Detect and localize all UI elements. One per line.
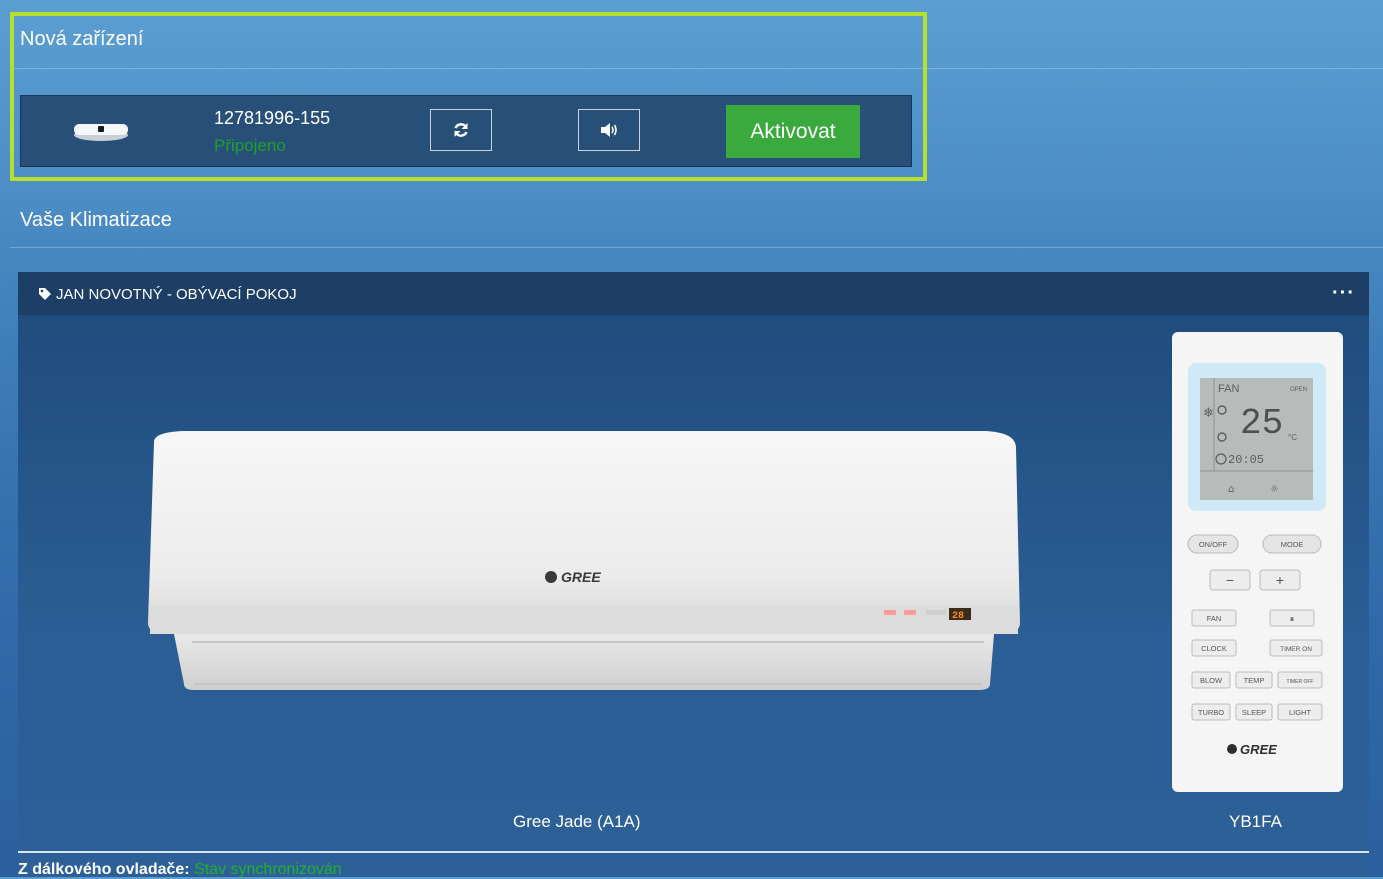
ac-card: JAN NOVOTNÝ - OBÝVACÍ POKOJ ··· 28 GREE … [18,272,1369,879]
device-status: Připojeno [214,136,286,155]
device-id: 12781996-155 [214,108,331,128]
ac-section-title: Vaše Klimatizace [20,209,172,231]
svg-text:+: + [1276,572,1284,588]
unit-temp-display: 28 [952,611,964,622]
svg-text:MODE: MODE [1281,540,1304,549]
svg-text:GREE: GREE [1240,742,1277,757]
svg-text:⌂: ⌂ [1228,484,1234,495]
svg-text:OPEN: OPEN [1290,387,1307,393]
remote-model-label: YB1FA [1229,812,1282,831]
activate-button[interactable]: Aktivovat [726,105,860,158]
ac-model-label: Gree Jade (A1A) [513,812,641,831]
svg-text:ON/OFF: ON/OFF [1199,540,1228,549]
sync-status-row: Z dálkového ovladače: Stav synchronizová… [18,861,342,879]
svg-text:TIMER OFF: TIMER OFF [1287,679,1314,685]
svg-text:GREE: GREE [561,569,601,585]
svg-text:TURBO: TURBO [1198,708,1224,717]
svg-text:BLOW: BLOW [1200,676,1223,685]
svg-text:SLEEP: SLEEP [1242,708,1266,717]
device-hub-icon [74,124,128,141]
svg-text:°C: °C [1288,433,1297,442]
divider [18,851,1369,853]
divider [10,247,1383,248]
svg-text:❄: ❄ [1203,406,1214,421]
card-title: JAN NOVOTNÝ - OBÝVACÍ POKOJ [56,286,297,303]
svg-text:TIMER ON: TIMER ON [1280,646,1312,653]
svg-text:⏸: ⏸ [1290,614,1295,624]
ac-unit-image[interactable]: 28 GREE [144,428,1022,693]
svg-text:TEMP: TEMP [1244,676,1265,685]
svg-text:−: − [1226,572,1234,588]
svg-text:20:05: 20:05 [1228,453,1264,467]
svg-text:LIGHT: LIGHT [1289,708,1312,717]
speaker-icon [601,123,617,137]
refresh-button[interactable] [430,109,492,151]
card-header: JAN NOVOTNÝ - OBÝVACÍ POKOJ ··· [18,272,1369,315]
refresh-icon [454,123,468,137]
svg-text:25: 25 [1240,403,1283,444]
svg-text:FAN: FAN [1207,614,1222,623]
sync-label: Z dálkového ovladače: [18,861,190,878]
remote-control-image[interactable]: FAN OPEN ❄ 25 °C 20:05 ⌂ ☼ ON/OFF MODE −… [1170,330,1345,794]
sync-status: Stav synchronizován [194,861,342,878]
more-options-button[interactable]: ··· [1332,282,1355,305]
device-row: 12781996-155 Připojeno Aktivovat [20,95,912,167]
svg-text:FAN: FAN [1218,383,1239,395]
identify-sound-button[interactable] [578,109,640,151]
tag-icon [39,288,51,300]
svg-text:☼: ☼ [1270,484,1279,495]
svg-text:CLOCK: CLOCK [1201,644,1227,653]
